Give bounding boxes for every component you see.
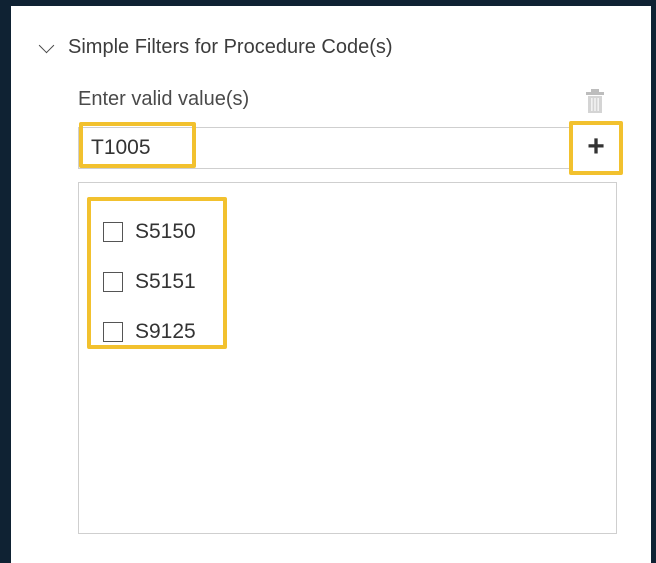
list-item[interactable]: S9125 (103, 317, 196, 347)
field-label: Enter valid value(s) (78, 88, 250, 110)
list-item-label: S9125 (135, 320, 196, 343)
list-item[interactable]: S5151 (103, 267, 196, 297)
trash-icon[interactable] (584, 88, 606, 114)
list-item-label: S5151 (135, 270, 196, 293)
values-list: S5150 S5151 S9125 (78, 182, 617, 534)
section-title: Simple Filters for Procedure Code(s) (68, 35, 393, 58)
checkbox[interactable] (103, 272, 123, 292)
list-item-label: S5150 (135, 220, 196, 243)
plus-icon: + (587, 130, 605, 163)
checkbox[interactable] (103, 222, 123, 242)
add-value-button[interactable]: + (569, 121, 623, 175)
list-item[interactable]: S5150 (103, 217, 196, 247)
chevron-down-icon[interactable] (38, 37, 55, 53)
value-input-row (78, 122, 617, 169)
section-toggle[interactable]: Simple Filters for Procedure Code(s) (38, 32, 393, 62)
checkbox[interactable] (103, 322, 123, 342)
value-input[interactable] (91, 134, 471, 162)
filter-panel: Simple Filters for Procedure Code(s) Ent… (11, 6, 651, 563)
